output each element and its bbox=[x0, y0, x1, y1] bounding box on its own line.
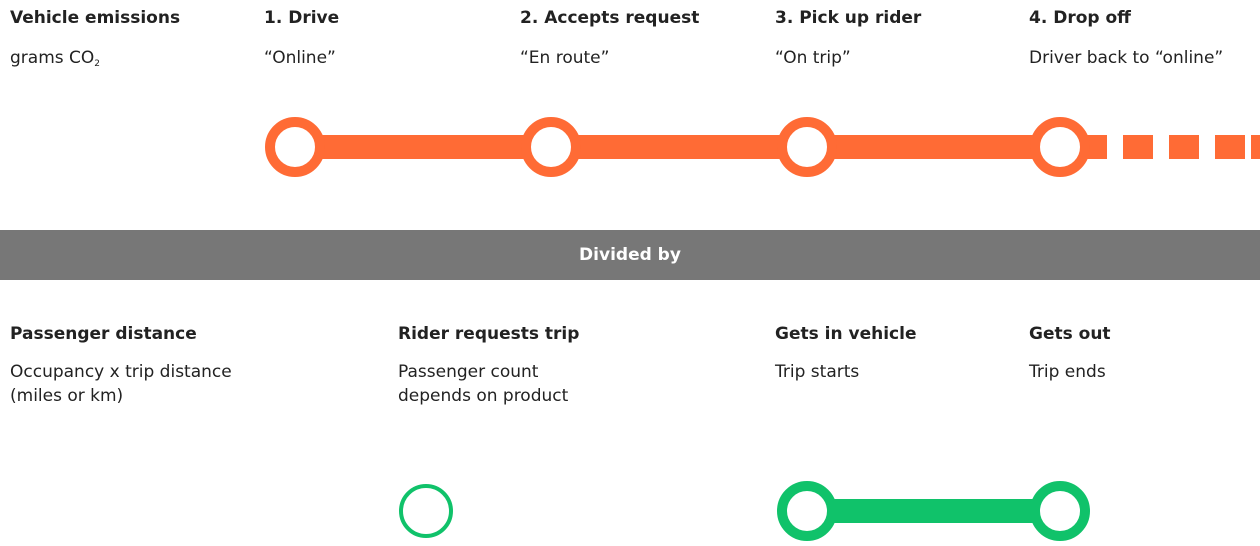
stage-subtitle-rider-requests-trip: Passenger count depends on product bbox=[398, 362, 569, 406]
timeline-node-accepts-request bbox=[521, 117, 581, 177]
distance-description: Occupancy x trip distance (miles or km) bbox=[10, 362, 232, 406]
stage-title-gets-out: Gets out bbox=[1029, 324, 1111, 344]
stage-title-gets-in-vehicle: Gets in vehicle bbox=[775, 324, 917, 344]
emissions-timeline bbox=[265, 117, 1260, 177]
timeline-node-rider-requests-trip bbox=[399, 484, 453, 538]
distance-timeline bbox=[399, 481, 1090, 541]
distance-title: Passenger distance bbox=[10, 324, 197, 344]
timeline-node-gets-out bbox=[1030, 481, 1090, 541]
stage-title-rider-requests-trip: Rider requests trip bbox=[398, 324, 580, 344]
timeline-dash bbox=[1251, 135, 1260, 159]
distance-timeline-line bbox=[807, 499, 1060, 523]
divided-by-banner: Divided by bbox=[0, 230, 1260, 280]
timeline-dash bbox=[1215, 135, 1245, 159]
timeline-dash bbox=[1169, 135, 1199, 159]
timeline-node-drop-off bbox=[1030, 117, 1090, 177]
emissions-timeline-line bbox=[295, 135, 1060, 159]
stage-subtitle-gets-in-vehicle: Trip starts bbox=[775, 362, 860, 382]
timeline-node-gets-in-vehicle bbox=[777, 481, 837, 541]
stage-subtitle-gets-out: Trip ends bbox=[1029, 362, 1106, 382]
timeline-dash bbox=[1123, 135, 1153, 159]
timeline-node-drive bbox=[265, 117, 325, 177]
timeline-node-pick-up-rider bbox=[777, 117, 837, 177]
